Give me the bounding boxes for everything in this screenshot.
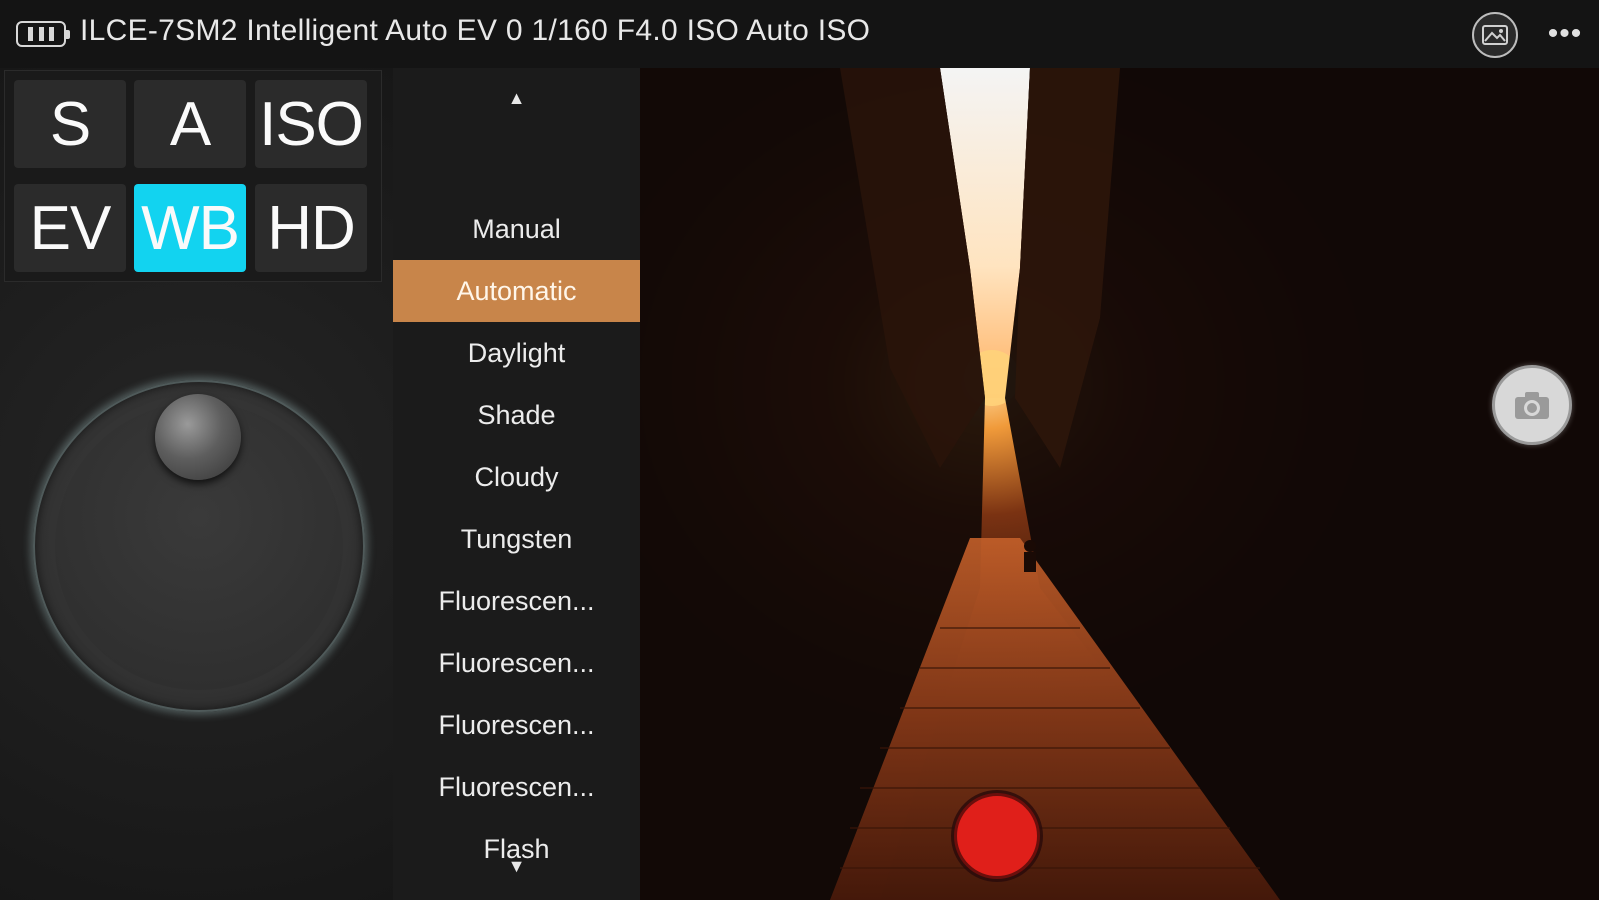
camera-icon	[1515, 392, 1549, 419]
alley-sunset-image	[640, 68, 1599, 900]
control-panel: S A ISO EV WB HD	[0, 68, 393, 900]
battery-icon	[16, 21, 70, 47]
wb-item-tungsten[interactable]: Tungsten	[393, 508, 640, 570]
live-view-preview	[640, 68, 1599, 900]
aperture-mode-button[interactable]: A	[134, 80, 246, 168]
more-options-icon[interactable]: •••	[1545, 19, 1585, 49]
mode-button-grid: S A ISO EV WB HD	[4, 70, 382, 282]
shutter-mode-button[interactable]: S	[14, 80, 126, 168]
scroll-up-arrow-icon[interactable]: ▲	[393, 88, 640, 109]
iso-button[interactable]: ISO	[255, 80, 367, 168]
control-dial[interactable]	[33, 380, 365, 712]
white-balance-list: ▲ Manual Automatic Daylight Shade Cloudy…	[393, 68, 640, 900]
status-bar: ILCE-7SM2 Intelligent Auto EV 0 1/160 F4…	[0, 0, 1599, 68]
scroll-down-arrow-icon[interactable]: ▼	[393, 856, 640, 877]
wb-item-cloudy[interactable]: Cloudy	[393, 446, 640, 508]
wb-item-shade[interactable]: Shade	[393, 384, 640, 446]
wb-item-daylight[interactable]: Daylight	[393, 322, 640, 384]
wb-item-fluorescent-3[interactable]: Fluorescen...	[393, 694, 640, 756]
wb-button[interactable]: WB	[134, 184, 246, 272]
wb-item-fluorescent-4[interactable]: Fluorescen...	[393, 756, 640, 818]
record-video-button[interactable]	[954, 793, 1040, 879]
ev-button[interactable]: EV	[14, 184, 126, 272]
dial-knob[interactable]	[155, 394, 241, 480]
wb-item-fluorescent-1[interactable]: Fluorescen...	[393, 570, 640, 632]
wb-item-automatic[interactable]: Automatic	[393, 260, 640, 322]
wb-item-fluorescent-2[interactable]: Fluorescen...	[393, 632, 640, 694]
gallery-icon[interactable]	[1472, 12, 1518, 58]
photo-icon	[1482, 25, 1508, 45]
capture-photo-button[interactable]	[1492, 365, 1572, 445]
hd-button[interactable]: HD	[255, 184, 367, 272]
camera-status-text: ILCE-7SM2 Intelligent Auto EV 0 1/160 F4…	[80, 14, 871, 47]
wb-item-manual[interactable]: Manual	[393, 198, 640, 260]
